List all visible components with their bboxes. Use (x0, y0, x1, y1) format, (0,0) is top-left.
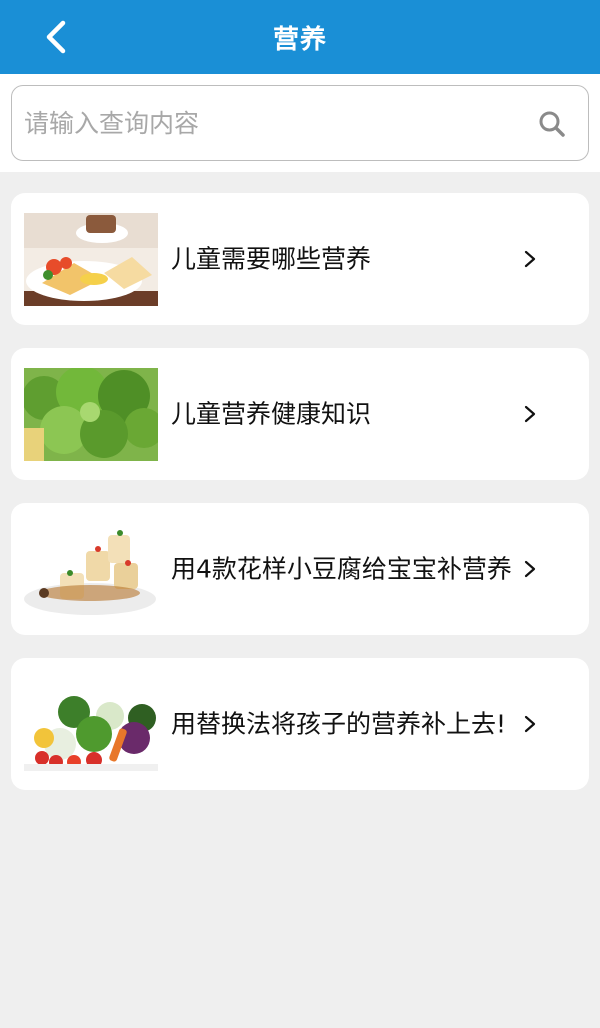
article-title: 用4款花样小豆腐给宝宝补营养 (171, 554, 512, 584)
list-item[interactable]: 儿童营养健康知识 (11, 348, 589, 480)
leafy-greens-image (24, 368, 158, 461)
chevron-right-icon (524, 405, 536, 423)
search-icon[interactable] (538, 110, 566, 138)
search-input[interactable] (24, 108, 504, 138)
chevron-left-icon (46, 20, 66, 54)
list-item[interactable]: 用4款花样小豆腐给宝宝补营养 (11, 503, 589, 635)
page-title: 营养 (272, 24, 327, 55)
article-list: 儿童需要哪些营养 儿童营养健康知识 用4款花样小豆腐给宝宝补营养 用替换法将孩子… (11, 193, 589, 813)
list-item[interactable]: 用替换法将孩子的营养补上去! (11, 658, 589, 790)
search-box (11, 85, 589, 161)
search-bar-area (0, 74, 600, 172)
app-header: 营养 (0, 0, 600, 74)
article-title: 儿童营养健康知识 (171, 399, 372, 429)
chevron-right-icon (524, 715, 536, 733)
tofu-dish-image (24, 523, 158, 616)
chevron-right-icon (524, 560, 536, 578)
breakfast-plate-image (24, 213, 158, 306)
list-item[interactable]: 儿童需要哪些营养 (11, 193, 589, 325)
vegetables-image (24, 678, 158, 771)
chevron-right-icon (524, 250, 536, 268)
back-button[interactable] (36, 17, 76, 57)
article-title: 用替换法将孩子的营养补上去! (171, 709, 507, 739)
article-title: 儿童需要哪些营养 (171, 244, 372, 274)
